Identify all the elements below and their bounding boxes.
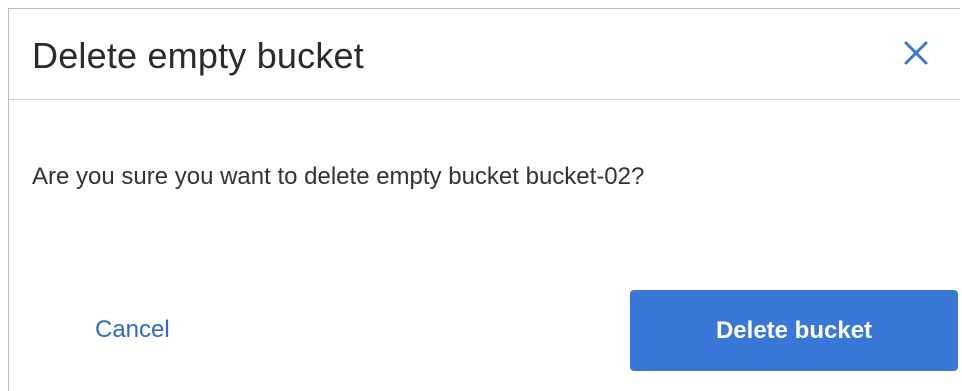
dialog-header: Delete empty bucket xyxy=(9,9,960,100)
delete-bucket-button[interactable]: Delete bucket xyxy=(630,290,958,371)
cancel-button[interactable]: Cancel xyxy=(95,312,170,348)
dialog-title: Delete empty bucket xyxy=(32,35,364,76)
delete-bucket-dialog: Delete empty bucket Are you sure you wan… xyxy=(8,8,960,391)
close-icon[interactable] xyxy=(898,35,934,71)
confirmation-message: Are you sure you want to delete empty bu… xyxy=(32,163,645,190)
